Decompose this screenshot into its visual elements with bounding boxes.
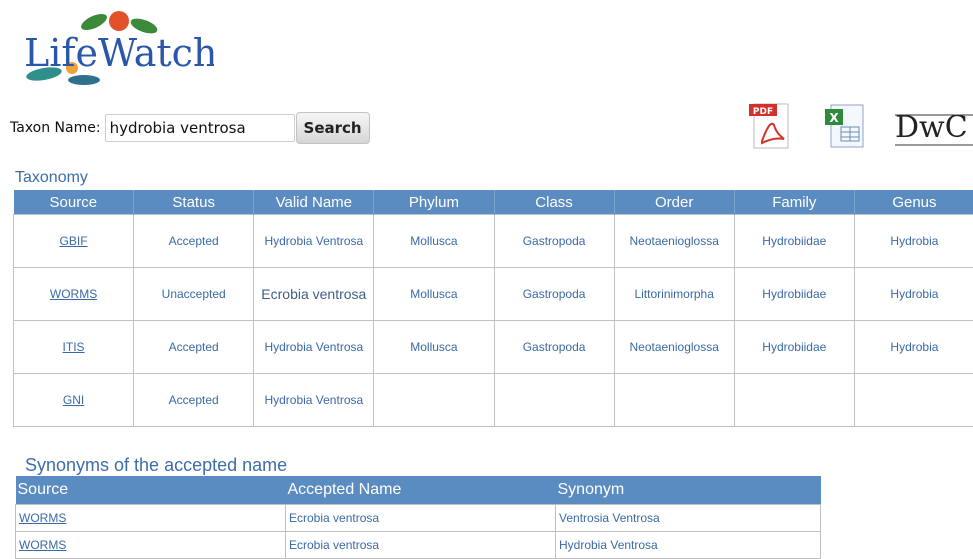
order-cell (614, 374, 734, 427)
export-pdf-button[interactable]: PDF (748, 101, 798, 153)
table-row: WORMS Ecrobia ventrosa Hydrobia Ventrosa (16, 532, 821, 559)
lifewatch-logo[interactable]: LifeWatch (14, 8, 214, 88)
pdf-icon: PDF (748, 101, 798, 153)
column-header-status: Status (134, 190, 254, 215)
class-cell: Gastropoda (494, 268, 614, 321)
synonyms-table: Source Accepted Name Synonym WORMS Ecrob… (15, 476, 821, 559)
phylum-cell: Mollusca (374, 215, 494, 268)
phylum-cell (374, 374, 494, 427)
source-link-itis[interactable]: ITIS (63, 340, 85, 354)
valid-name-cell: Hydrobia Ventrosa (254, 374, 374, 427)
logo-text: LifeWatch (24, 31, 214, 75)
column-header-synonym: Synonym (556, 476, 821, 505)
synonym-source-link[interactable]: WORMS (19, 511, 66, 525)
column-header-genus: Genus (854, 190, 973, 215)
status-cell: Accepted (134, 321, 254, 374)
taxonomy-title: Taxonomy (15, 169, 88, 187)
excel-icon: X (823, 101, 869, 153)
class-cell: Gastropoda (494, 321, 614, 374)
synonym-cell: Hydrobia Ventrosa (556, 532, 821, 559)
class-cell (494, 374, 614, 427)
table-row: ITIS Accepted Hydrobia Ventrosa Mollusca… (14, 321, 973, 374)
valid-name-cell: Hydrobia Ventrosa (254, 215, 374, 268)
column-header-accepted-name: Accepted Name (286, 476, 556, 505)
svg-text:X: X (829, 111, 839, 125)
table-row: GNI Accepted Hydrobia Ventrosa (14, 374, 973, 427)
family-cell: Hydrobiidae (734, 215, 854, 268)
synonyms-title: Synonyms of the accepted name (25, 455, 287, 476)
column-header-family: Family (734, 190, 854, 215)
genus-cell: Hydrobia (854, 321, 973, 374)
export-dwc-button[interactable]: DwC (893, 101, 973, 153)
column-header-valid-name: Valid Name (254, 190, 374, 215)
column-header-class: Class (494, 190, 614, 215)
taxonomy-table: Source Status Valid Name Phylum Class Or… (13, 190, 973, 427)
class-cell: Gastropoda (494, 215, 614, 268)
source-link-worms[interactable]: WORMS (50, 287, 97, 301)
export-excel-button[interactable]: X (823, 101, 869, 153)
column-header-source: Source (16, 476, 286, 505)
order-cell: Littorinimorpha (614, 268, 734, 321)
accepted-name-cell: Ecrobia ventrosa (286, 532, 556, 559)
search-bar: Taxon Name: Search (10, 111, 370, 145)
genus-cell: Hydrobia (854, 215, 973, 268)
taxonomy-header-row: Source Status Valid Name Phylum Class Or… (14, 190, 973, 215)
family-cell: Hydrobiidae (734, 321, 854, 374)
family-cell (734, 374, 854, 427)
search-button[interactable]: Search (296, 112, 370, 144)
accepted-name-cell: Ecrobia ventrosa (286, 505, 556, 532)
genus-cell: Hydrobia (854, 268, 973, 321)
phylum-cell: Mollusca (374, 268, 494, 321)
table-row: WORMS Unaccepted Ecrobia ventrosa Mollus… (14, 268, 973, 321)
column-header-order: Order (614, 190, 734, 215)
status-cell: Unaccepted (134, 268, 254, 321)
source-link-gni[interactable]: GNI (63, 393, 84, 407)
taxon-name-label: Taxon Name: (10, 120, 101, 136)
column-header-source: Source (14, 190, 134, 215)
svg-text:PDF: PDF (753, 107, 773, 117)
status-cell: Accepted (134, 374, 254, 427)
order-cell: Neotaenioglossa (614, 321, 734, 374)
dwc-icon: DwC (893, 101, 973, 153)
status-cell: Accepted (134, 215, 254, 268)
taxon-name-input[interactable] (105, 114, 295, 142)
source-link-gbif[interactable]: GBIF (60, 234, 88, 248)
phylum-cell: Mollusca (374, 321, 494, 374)
order-cell: Neotaenioglossa (614, 215, 734, 268)
genus-cell (854, 374, 973, 427)
valid-name-cell: Ecrobia ventrosa (254, 268, 374, 321)
valid-name-cell: Hydrobia Ventrosa (254, 321, 374, 374)
synonym-cell: Ventrosia Ventrosa (556, 505, 821, 532)
synonym-source-link[interactable]: WORMS (19, 538, 66, 552)
table-row: GBIF Accepted Hydrobia Ventrosa Mollusca… (14, 215, 973, 268)
column-header-phylum: Phylum (374, 190, 494, 215)
family-cell: Hydrobiidae (734, 268, 854, 321)
synonyms-header-row: Source Accepted Name Synonym (16, 476, 821, 505)
table-row: WORMS Ecrobia ventrosa Ventrosia Ventros… (16, 505, 821, 532)
